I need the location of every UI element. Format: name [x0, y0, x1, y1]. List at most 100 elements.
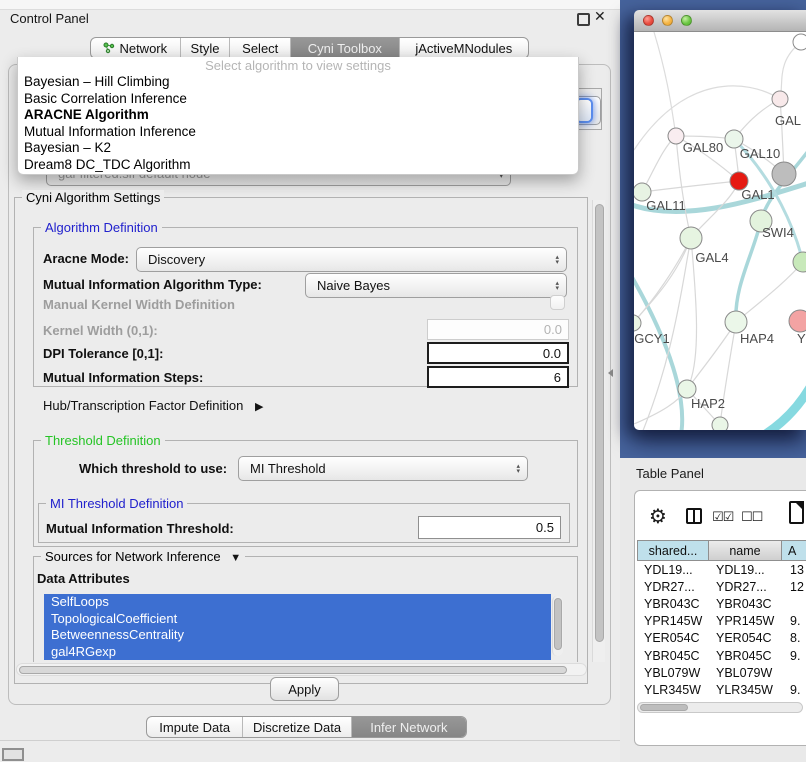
network-edge[interactable]	[634, 238, 691, 323]
tab-style[interactable]: Style	[181, 38, 231, 58]
which-threshold-value: MI Threshold	[250, 461, 326, 476]
dropdown-item[interactable]: Bayesian – Hill Climbing	[18, 74, 578, 91]
network-node[interactable]	[668, 128, 684, 144]
attribute-list-item[interactable]: SelfLoops	[44, 594, 551, 611]
splitter-collapse-icon[interactable]	[608, 369, 613, 377]
network-node-label: GAL11	[646, 198, 686, 213]
network-node[interactable]	[712, 417, 728, 430]
network-node[interactable]	[793, 34, 806, 50]
dropdown-item[interactable]: Basic Correlation Inference	[18, 91, 578, 108]
network-edge[interactable]	[732, 384, 806, 430]
table-cell: YBL079W	[637, 666, 709, 680]
dropdown-item[interactable]: Dream8 DC_TDC Algorithm	[18, 157, 578, 174]
file-icon[interactable]	[789, 501, 804, 524]
screen: Control Panel ✕ Network Style Select Cyn…	[0, 0, 806, 762]
minimize-traffic-light-icon[interactable]	[662, 15, 673, 26]
apply-button[interactable]: Apply	[270, 677, 339, 701]
aracne-mode-combo[interactable]: Discovery ▴▾	[136, 247, 567, 272]
attribute-list-item[interactable]: BetweennessCentrality	[44, 627, 551, 644]
algorithm-dropdown-list: Select algorithm to view settings Bayesi…	[17, 57, 579, 175]
dropdown-item[interactable]: Bayesian – K2	[18, 140, 578, 157]
network-edge[interactable]	[780, 42, 801, 99]
table-row[interactable]: YDR27...YDR27...12	[637, 578, 806, 595]
collapsed-panel-icon[interactable]	[2, 748, 24, 761]
table-row[interactable]: YDL19...YDL19...13	[637, 561, 806, 578]
network-view-window[interactable]: GALGAL80GAL10GAL1GAL11SWI4GAL4GCY1HAP4YH…	[634, 10, 806, 430]
close-traffic-light-icon[interactable]	[643, 15, 654, 26]
close-icon[interactable]: ✕	[594, 8, 606, 25]
network-node[interactable]	[725, 311, 747, 333]
dropdown-item[interactable]: Mutual Information Inference	[18, 124, 578, 141]
network-window-titlebar[interactable]	[634, 10, 806, 32]
network-node-label: SWI4	[762, 225, 794, 240]
columns-icon[interactable]	[686, 508, 702, 524]
table-row[interactable]: YBR043CYBR043C	[637, 595, 806, 612]
hub-definition-toggle[interactable]: Hub/Transcription Factor Definition ▶	[43, 398, 263, 413]
cyni-settings-title: Cyni Algorithm Settings	[22, 190, 164, 205]
network-node[interactable]	[772, 162, 796, 186]
mi-threshold-field[interactable]: 0.5	[418, 516, 561, 539]
tab-jactivemnodules[interactable]: jActiveMNodules	[400, 38, 528, 58]
network-node[interactable]	[793, 252, 806, 272]
tab-network[interactable]: Network	[91, 38, 181, 58]
network-canvas[interactable]: GALGAL80GAL10GAL1GAL11SWI4GAL4GCY1HAP4YH…	[634, 32, 806, 430]
float-window-icon[interactable]	[577, 13, 590, 26]
which-threshold-combo[interactable]: MI Threshold ▴▾	[238, 456, 528, 481]
network-node-label: GAL1	[741, 187, 774, 202]
dpi-tolerance-field[interactable]: 0.0	[427, 342, 569, 364]
settings-vertical-scrollbar[interactable]	[592, 200, 605, 662]
table-row[interactable]: YPR145WYPR145W9.	[637, 613, 806, 630]
table-row[interactable]: YBR045CYBR045C9.	[637, 647, 806, 664]
tab-infer-network[interactable]: Infer Network	[352, 717, 466, 737]
tab-network-label: Network	[119, 41, 167, 56]
table-cell: YER054C	[709, 631, 782, 645]
gear-icon[interactable]: ⚙	[649, 504, 667, 529]
tab-impute-data-label: Impute Data	[159, 720, 230, 735]
dpi-tolerance-label: DPI Tolerance [0,1]:	[43, 346, 163, 361]
network-edge[interactable]	[634, 238, 691, 323]
select-all-checkboxes-icon[interactable]: ☑☑	[712, 509, 733, 525]
network-node[interactable]	[789, 310, 806, 332]
mi-steps-field[interactable]: 6	[427, 366, 569, 388]
table-cell: YDR27...	[709, 580, 782, 594]
network-node[interactable]	[772, 91, 788, 107]
network-node-label: GAL	[775, 113, 801, 128]
table-panel-title: Table Panel	[636, 466, 704, 481]
tab-impute-data[interactable]: Impute Data	[147, 717, 243, 737]
tab-cyni-toolbox[interactable]: Cyni Toolbox	[291, 38, 400, 58]
table-row[interactable]: YLR345WYLR345W9.	[637, 681, 806, 698]
sources-title-row[interactable]: Sources for Network Inference ▼	[41, 549, 245, 564]
table-horizontal-scrollbar[interactable]	[637, 702, 803, 713]
network-edge[interactable]	[642, 181, 739, 192]
network-edge[interactable]	[634, 272, 682, 430]
attribute-list-scrollbar[interactable]	[552, 596, 563, 656]
sources-title: Sources for Network Inference	[45, 549, 221, 564]
network-node[interactable]	[680, 227, 702, 249]
attribute-list-item[interactable]: TopologicalCoefficient	[44, 611, 551, 628]
column-header-name[interactable]: name	[709, 540, 782, 561]
tab-discretize-data[interactable]: Discretize Data	[243, 717, 351, 737]
window-top-strip	[0, 0, 620, 10]
dropdown-placeholder: Select algorithm to view settings	[18, 57, 578, 74]
attribute-list-item[interactable]: gal4RGexp	[44, 644, 551, 661]
table-row[interactable]: YER054CYER054C8.	[637, 630, 806, 647]
network-node-label: GAL4	[695, 250, 728, 265]
mi-type-combo[interactable]: Naive Bayes ▴▾	[305, 273, 567, 298]
table-row[interactable]: YBL079WYBL079W	[637, 664, 806, 681]
network-edge[interactable]	[642, 136, 676, 192]
manual-kernel-checkbox[interactable]	[550, 295, 565, 310]
column-header-shared-name[interactable]: shared...	[637, 540, 709, 561]
deselect-all-checkboxes-icon[interactable]: ☐☐	[741, 509, 762, 525]
zoom-traffic-light-icon[interactable]	[681, 15, 692, 26]
column-header-cut[interactable]: A	[782, 540, 806, 561]
data-attributes-list: SelfLoopsTopologicalCoefficientBetweenne…	[44, 594, 551, 660]
tab-select[interactable]: Select	[230, 38, 291, 58]
network-node[interactable]	[634, 315, 641, 331]
dropdown-item[interactable]: ARACNE Algorithm	[18, 107, 578, 124]
table-cell: 13	[782, 563, 806, 577]
focused-combo-stepper[interactable]	[577, 100, 591, 121]
manual-kernel-label: Manual Kernel Width Definition	[43, 297, 235, 312]
control-panel-tabs: Network Style Select Cyni Toolbox jActiv…	[90, 37, 529, 59]
network-edge[interactable]	[687, 322, 736, 389]
settings-horizontal-scrollbar[interactable]	[16, 663, 587, 676]
